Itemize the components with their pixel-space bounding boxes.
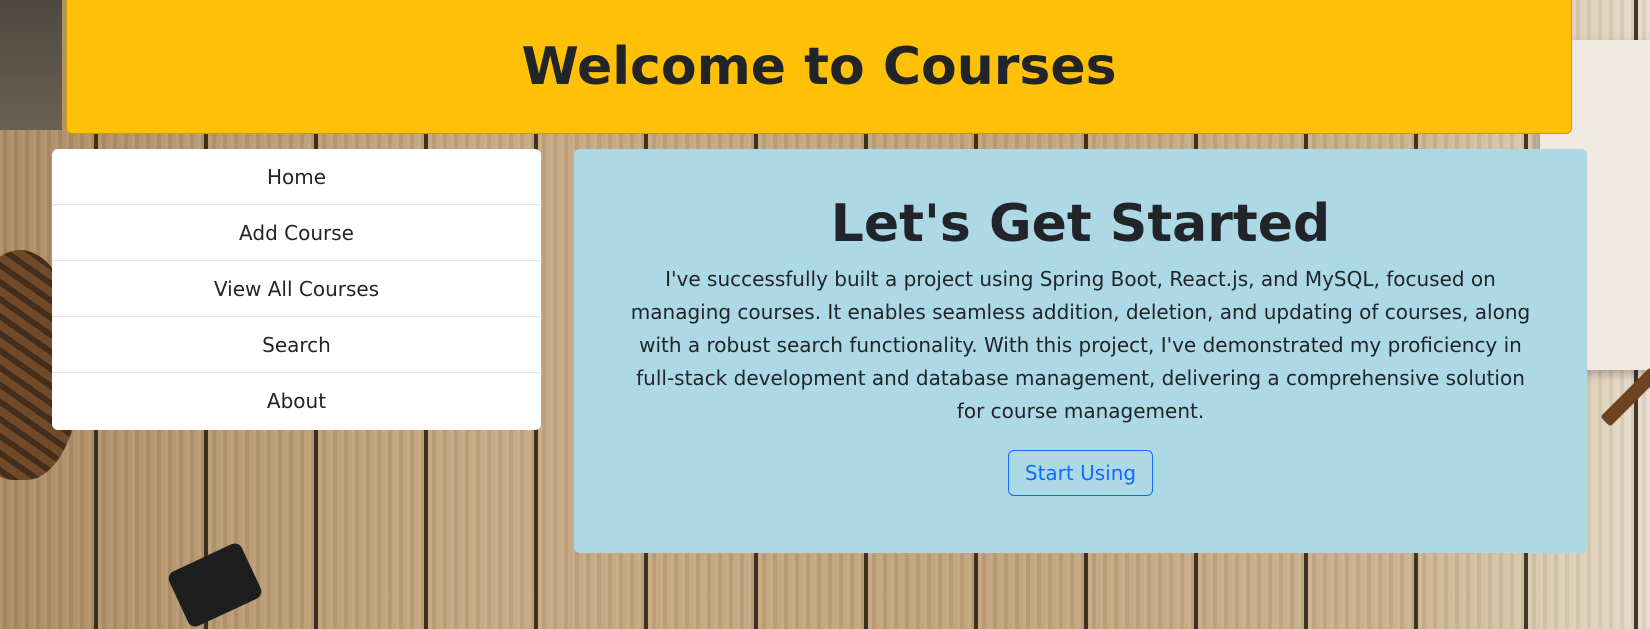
menu-item-home[interactable]: Home [52, 149, 541, 205]
page-title: Welcome to Courses [521, 37, 1117, 97]
card-description: I've successfully built a project using … [630, 267, 1531, 423]
background-pencil [1600, 367, 1650, 427]
sidebar-menu: Home Add Course View All Courses Search … [52, 149, 541, 430]
menu-item-about[interactable]: About [52, 373, 541, 429]
card-heading: Let's Get Started [830, 194, 1331, 254]
header-banner: Welcome to Courses [66, 0, 1572, 134]
start-using-button[interactable]: Start Using [1007, 450, 1154, 496]
menu-item-search[interactable]: Search [52, 317, 541, 373]
background-clip [166, 540, 264, 629]
background-book [0, 0, 62, 130]
menu-item-add-course[interactable]: Add Course [52, 205, 541, 261]
get-started-card: Let's Get Started I've successfully buil… [574, 149, 1587, 553]
menu-item-view-all-courses[interactable]: View All Courses [52, 261, 541, 317]
